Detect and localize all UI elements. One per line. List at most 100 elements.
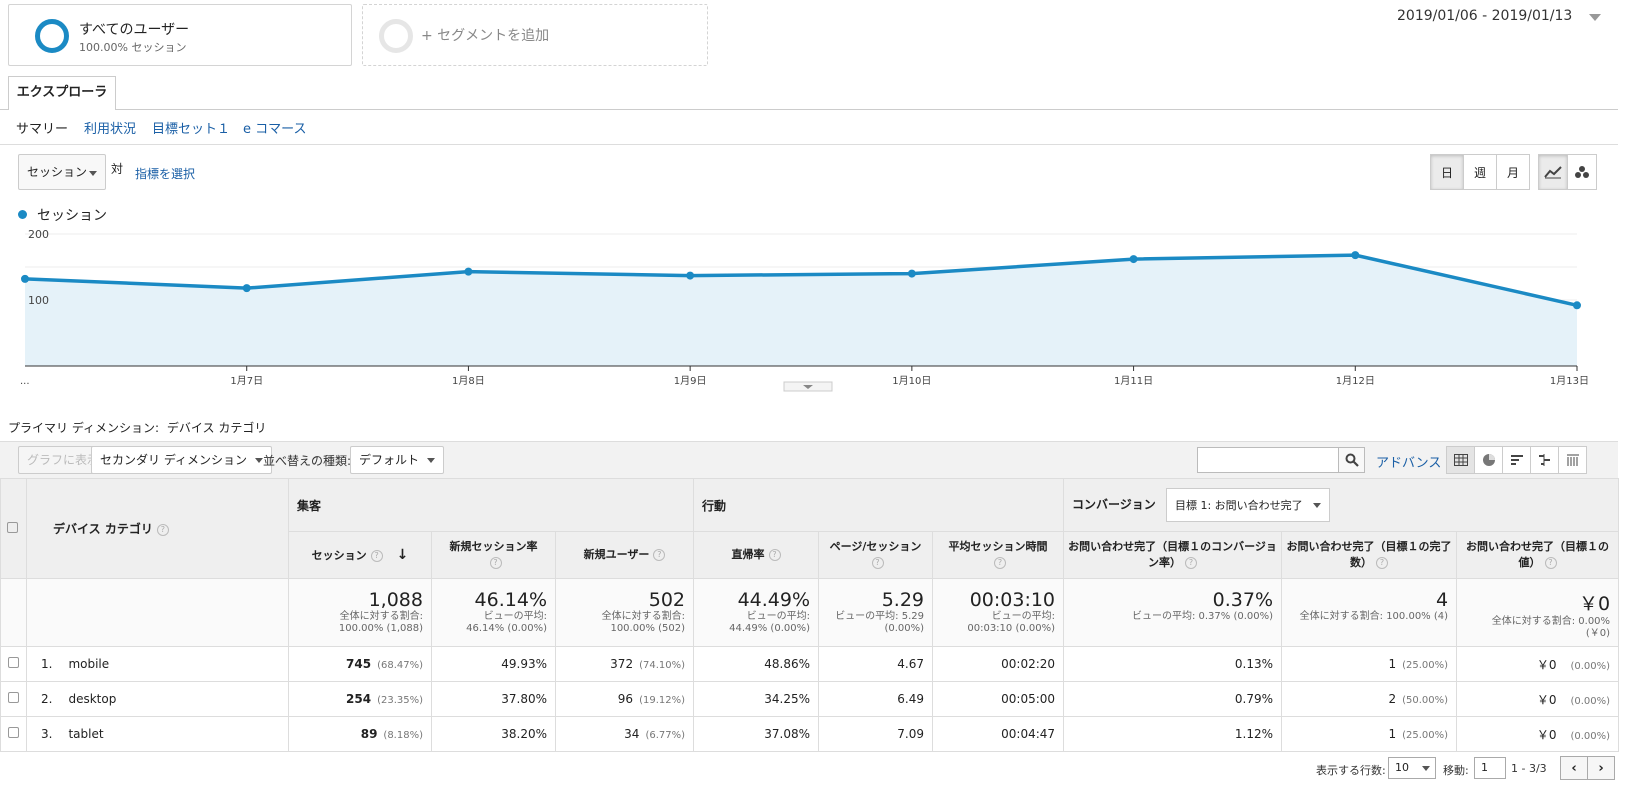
add-segment-button[interactable]: + セグメントを追加	[362, 4, 708, 66]
sessions-line-chart[interactable]: 100 200... 1月7日 1月8日 1月9日 1月10日 1月11日 1月12日 1月13…	[0, 222, 1618, 392]
metric-dropdown[interactable]: セッション	[18, 154, 106, 190]
row-dimension-link[interactable]: mobile	[68, 657, 109, 671]
total-cell: 502 全体に対する割合: 100.00% (502)	[554, 578, 695, 647]
total-note: 46.14% (0.00%)	[466, 623, 547, 634]
row-completions-pct: (50.00%)	[1402, 695, 1449, 706]
col-new-session-rate[interactable]: 新規セッション率?	[431, 531, 556, 579]
select-all-checkbox[interactable]	[7, 521, 18, 533]
data-point	[21, 274, 29, 283]
period-month-button[interactable]: 月	[1496, 154, 1530, 190]
help-icon[interactable]: ?	[1185, 557, 1198, 569]
x-tick-label: 1月12日	[1336, 375, 1375, 387]
help-icon[interactable]: ?	[994, 557, 1007, 569]
row-pages: 7.09	[818, 716, 934, 752]
goto-page-input[interactable]: 1	[1474, 757, 1506, 779]
data-point	[1573, 301, 1581, 310]
help-icon[interactable]: ?	[489, 557, 502, 569]
subtab-usage[interactable]: 利用状況	[84, 118, 136, 137]
row-checkbox[interactable]	[8, 657, 19, 668]
row-select-cell	[0, 646, 27, 682]
total-cell: 1,088 全体に対する割合: 100.00% (1,088)	[288, 578, 432, 647]
x-tick-label: 1月8日	[452, 375, 485, 387]
search-button[interactable]	[1339, 447, 1365, 473]
view-pivot-button[interactable]	[1558, 446, 1587, 474]
table-row: 1. mobile 745 (68.47%) 49.93% 372 (74.10%) …	[0, 646, 1620, 682]
next-page-button[interactable]: ›	[1587, 756, 1615, 780]
row-sessions-pct: (23.35%)	[377, 695, 423, 706]
row-index: 2.	[41, 692, 53, 706]
view-comparison-button[interactable]	[1530, 446, 1559, 474]
row-checkbox[interactable]	[8, 727, 19, 738]
total-value: 502	[648, 589, 686, 611]
help-icon[interactable]: ?	[1376, 557, 1389, 569]
view-pie-button[interactable]	[1474, 446, 1503, 474]
col-sessions[interactable]: セッション? ↓	[288, 531, 432, 579]
segment-all-users[interactable]: すべてのユーザー 100.00% セッション	[8, 4, 352, 66]
choose-metric-link[interactable]: 指標を選択	[135, 165, 195, 182]
primary-dimension-label: プライマリ ディメンション:	[8, 421, 160, 435]
col-bounce-rate[interactable]: 直帰率?	[693, 531, 820, 579]
period-week-button[interactable]: 週	[1463, 154, 1497, 190]
table-search-input[interactable]	[1197, 447, 1339, 473]
total-value: 5.29	[881, 589, 925, 611]
row-conv-rate: 0.79%	[1063, 681, 1283, 717]
dimension-header[interactable]: デバイス カテゴリ?	[26, 478, 289, 579]
row-value-pct: (0.00%)	[1570, 660, 1611, 672]
help-icon[interactable]: ?	[871, 557, 884, 569]
help-icon[interactable]: ?	[653, 549, 666, 561]
row-completions: 2 (50.00%)	[1281, 681, 1458, 717]
col-avg-duration[interactable]: 平均セッション時間?	[932, 531, 1065, 579]
view-data-button[interactable]	[1446, 446, 1475, 474]
row-sessions-value: 254	[346, 692, 372, 706]
group-conversion: コンバージョン 目標 1: お問い合わせ完了	[1063, 478, 1620, 532]
help-icon[interactable]: ?	[1544, 557, 1557, 569]
subtab-goal-set[interactable]: 目標セット１	[152, 118, 230, 137]
total-note: 全体に対する割合: 100.00% (4)	[1299, 611, 1449, 622]
date-range-picker[interactable]: 2019/01/06 - 2019/01/13	[1397, 8, 1572, 24]
advanced-filter-link[interactable]: アドバンス	[1376, 452, 1441, 471]
total-note: 100.00% (1,088)	[338, 623, 423, 634]
help-icon[interactable]: ?	[768, 549, 781, 561]
total-value: 0.37%	[1212, 589, 1274, 611]
rows-per-page-select[interactable]: 10	[1388, 757, 1436, 779]
x-tick-label: 1月10日	[892, 375, 931, 387]
help-icon[interactable]: ?	[156, 523, 169, 536]
row-completions: 1 (25.00%)	[1281, 716, 1458, 752]
col-pages-per-session[interactable]: ページ/セッション?	[818, 531, 934, 579]
period-day-button[interactable]: 日	[1430, 154, 1464, 190]
tab-explorer[interactable]: エクスプローラ	[8, 76, 116, 110]
row-value-amount: ￥0	[1536, 727, 1557, 742]
row-duration: 00:04:47	[932, 716, 1065, 752]
col-goal-conv-rate[interactable]: お問い合わせ完了（目標１のコンバージョン率）?	[1063, 531, 1283, 579]
subtab-summary[interactable]: サマリー	[16, 118, 68, 137]
x-tick-label: 1月9日	[674, 375, 707, 387]
row-sessions-pct: (8.18%)	[383, 730, 423, 741]
chevron-down-icon[interactable]	[1589, 14, 1601, 21]
sort-type-value: デフォルト	[359, 453, 420, 467]
row-select-cell	[0, 716, 27, 752]
row-completions-pct: (25.00%)	[1402, 730, 1449, 741]
group-acquisition: 集客	[287, 478, 695, 532]
row-sessions: 745 (68.47%)	[288, 646, 432, 682]
goal-dropdown[interactable]: 目標 1: お問い合わせ完了	[1165, 488, 1330, 522]
view-performance-button[interactable]	[1502, 446, 1531, 474]
secondary-dimension-dropdown[interactable]: セカンダリ ディメンション	[91, 446, 272, 474]
total-note: (0.00%)	[884, 623, 925, 634]
total-value: ￥0	[1578, 593, 1611, 615]
row-completions-pct: (25.00%)	[1402, 660, 1449, 671]
col-goal-value[interactable]: お問い合わせ完了（目標１の値）?	[1456, 531, 1620, 579]
help-icon[interactable]: ?	[370, 549, 383, 562]
row-checkbox[interactable]	[8, 692, 19, 703]
data-point	[686, 271, 695, 280]
col-goal-completions[interactable]: お問い合わせ完了（目標１の完了数）?	[1281, 531, 1458, 579]
bubble-chart-icon	[1575, 166, 1589, 178]
row-new-users: 372 (74.10%)	[554, 646, 695, 682]
line-chart-button[interactable]	[1538, 154, 1568, 190]
prev-page-button[interactable]: ‹	[1560, 756, 1588, 780]
motion-chart-button[interactable]	[1567, 154, 1597, 190]
row-dimension-link[interactable]: tablet	[68, 727, 103, 741]
sort-type-dropdown[interactable]: デフォルト	[350, 446, 445, 474]
subtab-ecommerce[interactable]: e コマース	[243, 118, 306, 137]
col-new-users[interactable]: 新規ユーザー?	[554, 531, 695, 579]
row-dimension-link[interactable]: desktop	[68, 692, 116, 706]
